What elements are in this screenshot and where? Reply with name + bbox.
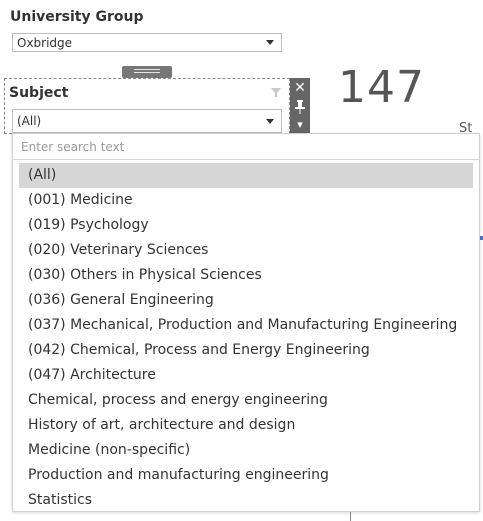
- university-group-label: University Group: [10, 9, 144, 25]
- subject-dropdown[interactable]: (All): [12, 109, 282, 133]
- pin-icon[interactable]: [290, 98, 310, 116]
- list-item[interactable]: Statistics: [13, 488, 479, 513]
- list-item[interactable]: (047) Architecture: [13, 363, 479, 388]
- list-item[interactable]: (001) Medicine: [13, 188, 479, 213]
- drag-handle[interactable]: [122, 66, 172, 78]
- university-group-dropdown-button[interactable]: [261, 34, 281, 51]
- list-item[interactable]: (037) Mechanical, Production and Manufac…: [13, 313, 479, 338]
- list-item[interactable]: Chemical, process and energy engineering: [13, 388, 479, 413]
- list-item[interactable]: Production and manufacturing engineering: [13, 463, 479, 488]
- subject-filter-label: Subject: [9, 85, 69, 101]
- list-item[interactable]: (042) Chemical, Process and Energy Engin…: [13, 338, 479, 363]
- chevron-down-icon: [266, 119, 274, 124]
- list-item[interactable]: History of art, architecture and design: [13, 413, 479, 438]
- list-item[interactable]: (019) Psychology: [13, 213, 479, 238]
- filter-funnel-icon-stem: [275, 93, 277, 97]
- list-item[interactable]: (030) Others in Physical Sciences: [13, 263, 479, 288]
- drag-grip-line: [134, 72, 160, 73]
- kpi-value: 147: [338, 62, 425, 113]
- university-group-dropdown[interactable]: Oxbridge: [12, 33, 282, 52]
- subject-options-list: (All) (001) Medicine (019) Psychology (0…: [13, 163, 479, 513]
- list-item[interactable]: (036) General Engineering: [13, 288, 479, 313]
- subject-dropdown-panel: (All) (001) Medicine (019) Psychology (0…: [12, 133, 480, 512]
- filter-toolbar: ✕ ▾: [290, 78, 310, 133]
- subject-selected-value: (All): [17, 114, 42, 128]
- more-options-icon[interactable]: ▾: [290, 118, 310, 132]
- list-item-all[interactable]: (All): [19, 163, 473, 188]
- university-group-selected-value: Oxbridge: [17, 36, 73, 50]
- search-input[interactable]: [21, 138, 461, 156]
- drag-grip-line: [134, 69, 160, 70]
- subject-dropdown-button[interactable]: [261, 110, 281, 132]
- close-icon[interactable]: ✕: [290, 79, 310, 97]
- dashboard-page: University Group Oxbridge 147 St Subject…: [0, 0, 483, 521]
- list-item[interactable]: Medicine (non-specific): [13, 438, 479, 463]
- chevron-down-icon: [266, 40, 274, 45]
- search-box: [13, 134, 479, 160]
- list-item[interactable]: (020) Veterinary Sciences: [13, 238, 479, 263]
